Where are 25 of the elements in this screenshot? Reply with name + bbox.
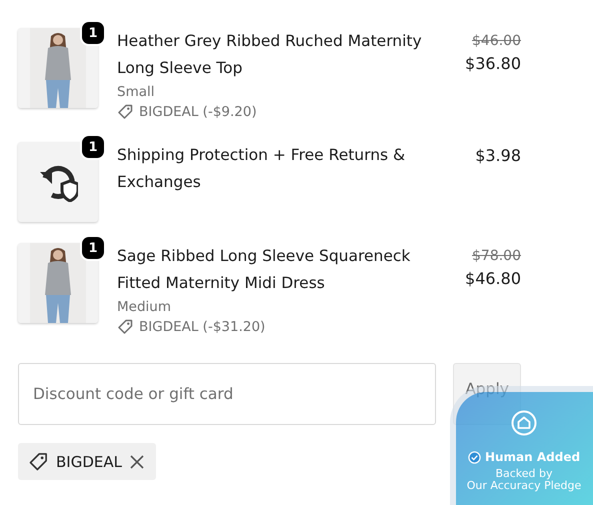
check-icon xyxy=(468,450,481,464)
original-price: $78.00 xyxy=(471,247,521,266)
original-price: $46.00 xyxy=(471,32,521,51)
item-variant: Medium xyxy=(117,298,172,317)
quantity-badge: 1 xyxy=(82,22,104,44)
item-price: $46.80 xyxy=(465,268,521,290)
discount-code-field[interactable]: Discount code or gift card xyxy=(18,363,436,425)
badge-title: Human Added xyxy=(484,450,580,464)
discount-label: BIGDEAL (-$9.20) xyxy=(139,103,257,122)
tag-icon xyxy=(117,104,133,120)
tag-icon xyxy=(117,319,133,335)
tag-icon xyxy=(28,452,48,472)
quantity-badge: 1 xyxy=(82,136,104,158)
item-title: Shipping Protection + Free Returns & Exchanges xyxy=(117,145,406,193)
item-title: Heather Grey Ribbed Ruched Maternity Long Sleeve Top xyxy=(117,31,423,79)
house-icon xyxy=(511,410,537,436)
item-variant: Small xyxy=(117,83,156,102)
item-title: Sage Ribbed Long Sleeve Squareneck Fitted Maternity Midi Dress xyxy=(117,246,412,294)
discount-label: BIGDEAL (-$31.20) xyxy=(139,318,266,337)
discount-code: BIGDEAL xyxy=(56,452,122,470)
close-icon[interactable] xyxy=(130,454,144,468)
quantity-badge: 1 xyxy=(82,237,104,259)
item-price: $3.98 xyxy=(475,145,521,167)
badge-subtitle: Backed by Our Accuracy Pledge xyxy=(466,468,582,492)
item-price: $36.80 xyxy=(465,53,521,75)
